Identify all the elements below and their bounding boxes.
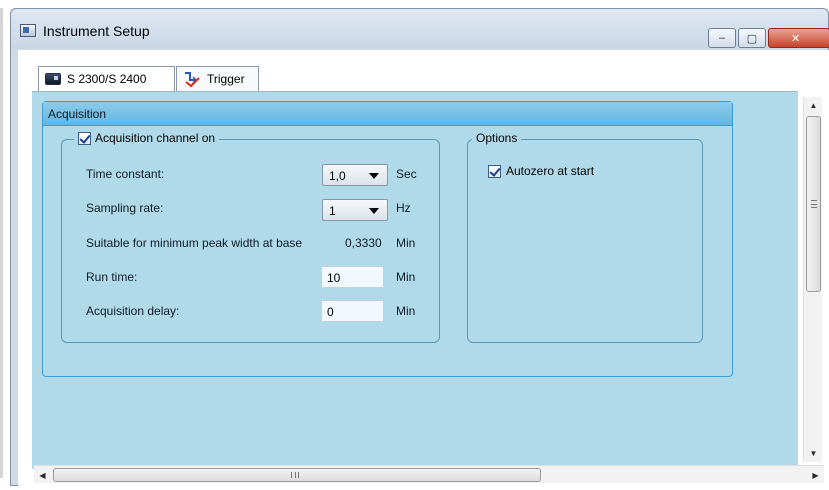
run-time-label: Run time: — [86, 270, 138, 284]
acquisition-channel-checkbox[interactable] — [78, 131, 91, 145]
horizontal-scrollbar[interactable]: ◀ ▶ — [34, 465, 824, 483]
min-peak-width-value: 0,3330 — [345, 236, 382, 250]
maximize-icon: ▢ — [746, 32, 758, 45]
close-icon: ✕ — [791, 32, 801, 45]
time-constant-label: Time constant: — [86, 167, 165, 181]
app-window-icon — [20, 24, 36, 37]
tab-label: S 2300/S 2400 — [67, 72, 147, 86]
acquisition-panel: Acquisition Acquisition channel on Time … — [42, 101, 733, 377]
horizontal-scroll-thumb[interactable] — [53, 468, 541, 482]
acquisition-channel-label: Acquisition channel on — [95, 131, 216, 145]
chevron-down-icon — [369, 173, 379, 179]
vertical-scroll-thumb[interactable] — [806, 116, 821, 292]
acquisition-delay-input[interactable]: 0 — [321, 300, 384, 322]
acquisition-channel-group: Acquisition channel on Time constant: 1,… — [61, 131, 440, 343]
tab-content-area: Acquisition Acquisition channel on Time … — [32, 91, 798, 469]
scroll-down-icon[interactable]: ▼ — [804, 445, 823, 462]
min-peak-width-label: Suitable for minimum peak width at base — [86, 236, 303, 250]
autozero-label: Autozero at start — [506, 164, 595, 178]
time-constant-unit: Sec — [396, 167, 417, 181]
scroll-up-icon[interactable]: ▲ — [804, 97, 823, 114]
instrument-icon — [45, 73, 61, 85]
grip-icon — [291, 472, 299, 478]
run-time-input[interactable]: 10 — [321, 266, 384, 288]
min-peak-width-unit: Min — [396, 236, 416, 250]
acquisition-delay-unit: Min — [396, 304, 416, 318]
autozero-option[interactable]: Autozero at start — [488, 164, 594, 178]
scroll-right-icon[interactable]: ▶ — [807, 466, 824, 484]
options-legend: Options — [472, 131, 522, 145]
trigger-icon — [185, 72, 200, 88]
chevron-down-icon — [369, 208, 379, 214]
scroll-left-icon[interactable]: ◀ — [34, 466, 51, 484]
grip-icon — [811, 200, 817, 208]
title-bar[interactable]: Instrument Setup – ▢ ✕ — [11, 9, 829, 49]
maximize-button[interactable]: ▢ — [738, 28, 766, 48]
acquisition-delay-label: Acquisition delay: — [86, 304, 180, 318]
sampling-rate-label: Sampling rate: — [86, 201, 164, 215]
sampling-rate-value: 1 — [329, 204, 336, 218]
acquisition-header: Acquisition — [43, 102, 732, 126]
sampling-rate-dropdown[interactable]: 1 — [322, 199, 388, 221]
sampling-rate-unit: Hz — [396, 201, 411, 215]
close-button[interactable]: ✕ — [768, 28, 829, 48]
instrument-setup-window: Instrument Setup – ▢ ✕ S 2300/S 2400 Tri… — [10, 8, 829, 486]
time-constant-value: 1,0 — [329, 169, 346, 183]
window-client-area: S 2300/S 2400 Trigger Acquisition Acquis… — [18, 50, 829, 486]
tab-trigger[interactable]: Trigger — [176, 66, 259, 91]
minimize-button[interactable]: – — [708, 28, 736, 48]
acquisition-channel-legend: Acquisition channel on — [74, 131, 220, 145]
vertical-scrollbar[interactable]: ▲ ▼ — [803, 97, 822, 462]
left-window-edge — [0, 8, 3, 478]
window-title: Instrument Setup — [43, 23, 150, 39]
tab-strip: S 2300/S 2400 Trigger — [18, 50, 829, 91]
tab-label: Trigger — [207, 72, 245, 86]
run-time-unit: Min — [396, 270, 416, 284]
options-group: Options Autozero at start — [467, 131, 703, 343]
time-constant-dropdown[interactable]: 1,0 — [322, 164, 388, 186]
tab-s2300-s2400[interactable]: S 2300/S 2400 — [38, 66, 175, 91]
minimize-icon: – — [718, 32, 726, 44]
autozero-checkbox[interactable] — [488, 164, 501, 178]
